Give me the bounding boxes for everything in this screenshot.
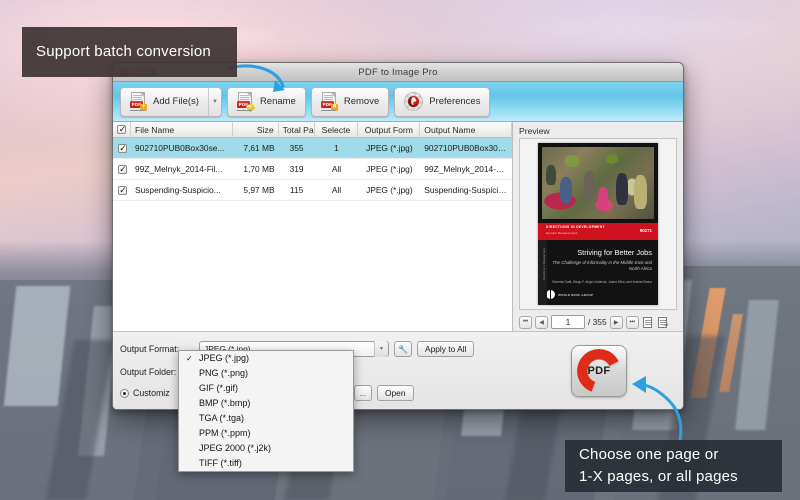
cell-total-pages: 115 [279,185,315,195]
annotation-arrow-bottom [600,372,690,444]
preferences-gear-icon [404,92,423,111]
pdf-add-icon: PDF+ [130,92,147,111]
header-selected[interactable]: Selecte [315,122,359,138]
select-all-checkbox[interactable] [117,125,126,134]
last-page-button[interactable]: ⏭ [626,316,639,329]
annotation-bottom-line2: 1-X pages, or all pages [579,466,768,488]
add-files-chevron-down-icon[interactable]: ▼ [208,87,221,117]
header-size[interactable]: Size [233,122,279,138]
row-checkbox-cell[interactable] [113,165,131,174]
select-all-checkbox-cell[interactable] [113,122,131,138]
preferences-button[interactable]: Preferences [394,87,490,117]
globe-icon [546,290,555,299]
next-page-button[interactable]: ▶ [610,316,623,329]
table-row[interactable]: 99Z_Melnyk_2014-Fil... 1,70 MB 319 All J… [113,159,512,180]
cover-series-band: DIRECTIONS IN DEVELOPMENT Human Developm… [538,223,658,240]
dropdown-item-jpeg2000[interactable]: JPEG 2000 (*.j2k) [179,441,353,456]
wrench-icon: 🔧 [398,345,408,354]
chevron-down-icon[interactable]: ▼ [374,341,388,357]
dropdown-item-jpeg[interactable]: JPEG (*.jpg) [179,351,353,366]
cell-file-name: 902710PUB0Box30se... [131,143,233,153]
cell-size: 7,61 MB [233,143,279,153]
preferences-label: Preferences [429,96,480,107]
annotation-arrow-top [225,60,305,100]
header-total-pages[interactable]: Total Pa [279,122,315,138]
cover-doc-number: 90271 [640,228,652,233]
cell-output-format: JPEG (*.jpg) [358,143,420,153]
remove-button[interactable]: PDF✕ Remove [311,87,389,117]
row-checkbox-cell[interactable] [113,186,131,195]
cover-series-line1: DIRECTIONS IN DEVELOPMENT [546,225,605,229]
dropdown-item-gif[interactable]: GIF (*.gif) [179,381,353,396]
previous-page-button[interactable]: ◀ [535,316,548,329]
browse-folder-button[interactable]: ... [354,385,372,401]
cell-output-format: JPEG (*.jpg) [358,185,420,195]
cell-total-pages: 319 [279,164,315,174]
table-row[interactable]: 902710PUB0Box30se... 7,61 MB 355 1 JPEG … [113,138,512,159]
total-pages-label: / 355 [588,317,607,327]
open-folder-button[interactable]: Open [377,385,414,401]
preview-label: Preview [513,122,683,138]
cover-series-line2: Human Development [546,231,578,235]
table-row[interactable]: Suspending-Suspicio... 5,97 MB 115 All J… [113,180,512,201]
row-checkbox[interactable] [118,165,127,174]
cell-selected: All [315,185,359,195]
cover-title: Striving for Better Jobs [538,248,652,257]
cover-spine-text: Directions in Development [542,244,546,284]
toolbar: PDF+ Add File(s) ▼ PDF✎ Rename PDF✕ Remo… [113,82,683,122]
cell-selected: 1 [315,143,359,153]
cover-publisher-logo: WORLD BANK GROUP [546,290,593,299]
dropdown-item-ppm[interactable]: PPM (*.ppm) [179,426,353,441]
pdf-remove-icon: PDF✕ [321,92,338,111]
customize-label: Customiz [133,388,170,398]
cell-size: 5,97 MB [233,185,279,195]
dropdown-item-png[interactable]: PNG (*.png) [179,366,353,381]
add-files-button[interactable]: PDF+ Add File(s) ▼ [120,87,222,117]
row-checkbox-cell[interactable] [113,144,131,153]
pdf-page-thumbnail: DIRECTIONS IN DEVELOPMENT Human Developm… [538,143,658,305]
cell-output-format: JPEG (*.jpg) [358,164,420,174]
current-page-input[interactable]: 1 [551,315,585,329]
cover-publisher: WORLD BANK GROUP [558,293,593,297]
dropdown-item-tiff[interactable]: TIFF (*.tiff) [179,456,353,471]
apply-to-all-button[interactable]: Apply to All [417,341,474,357]
cell-output-name: Suspending-Suspicious-Tr... [420,185,512,195]
header-file-name[interactable]: File Name [131,122,233,138]
cover-photo [542,147,654,219]
preview-stage[interactable]: DIRECTIONS IN DEVELOPMENT Human Developm… [519,138,677,310]
annotation-bottom-line1: Choose one page or [579,444,768,466]
dropdown-item-tga[interactable]: TGA (*.tga) [179,411,353,426]
add-files-label: Add File(s) [153,96,199,107]
first-page-button[interactable]: ⏮ [519,316,532,329]
annotation-top-text: Support batch conversion [36,41,211,63]
cover-spine: Directions in Development [538,240,547,305]
dropdown-item-bmp[interactable]: BMP (*.bmp) [179,396,353,411]
header-output-format[interactable]: Output Form [358,122,420,138]
cover-authors: Roberta Gatti, Diego F. Angel-Urdinola, … [548,280,652,284]
row-checkbox[interactable] [118,144,127,153]
single-page-icon[interactable] [642,315,654,329]
cell-total-pages: 355 [279,143,315,153]
cell-size: 1,70 MB [233,164,279,174]
file-list-header: File Name Size Total Pa Selecte Output F… [113,122,512,138]
header-output-name[interactable]: Output Name [420,122,512,138]
format-settings-button[interactable]: 🔧 [394,341,412,357]
output-format-dropdown[interactable]: JPEG (*.jpg) PNG (*.png) GIF (*.gif) BMP… [178,350,354,472]
cover-body: Striving for Better Jobs The Challenge o… [538,240,658,305]
export-page-icon[interactable] [657,315,669,329]
cell-file-name: 99Z_Melnyk_2014-Fil... [131,164,233,174]
cell-output-name: 99Z_Melnyk_2014-Film_an... [420,164,512,174]
radio-customize[interactable] [120,389,129,398]
annotation-callout-top: Support batch conversion [22,27,237,77]
remove-label: Remove [344,96,379,107]
row-checkbox[interactable] [118,186,127,195]
cell-selected: All [315,164,359,174]
cell-file-name: Suspending-Suspicio... [131,185,233,195]
annotation-callout-bottom: Choose one page or 1-X pages, or all pag… [565,440,782,492]
cover-subtitle: The Challenge of Informality in the Midd… [552,260,652,272]
cell-output-name: 902710PUB0Box30see0als... [420,143,512,153]
